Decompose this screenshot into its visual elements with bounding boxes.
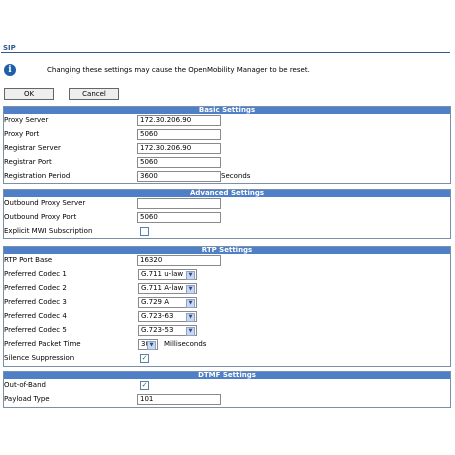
dtmf-settings-header: DTMF Settings xyxy=(4,372,450,379)
outbound-proxy-port-label: Outbound Proxy Port xyxy=(4,213,77,221)
packet-time-select[interactable]: 30 ▼ xyxy=(138,339,158,350)
milliseconds-unit: Milliseconds xyxy=(164,340,207,348)
codec4-select[interactable]: G.723-63 ▼ xyxy=(138,311,197,322)
silence-checkbox[interactable]: ✓ xyxy=(140,354,149,363)
registrar-port-input[interactable]: 5060 xyxy=(137,157,221,168)
registration-period-label: Registration Period xyxy=(4,172,71,180)
rtp-port-base-input[interactable]: 16320 xyxy=(137,255,221,266)
chevron-down-icon[interactable]: ▼ xyxy=(186,313,195,322)
chevron-down-icon[interactable]: ▼ xyxy=(186,299,195,308)
codec4-value: G.723-63 xyxy=(141,312,174,320)
proxy-server-label: Proxy Server xyxy=(4,116,49,124)
title-divider xyxy=(1,52,450,53)
ok-button[interactable]: OK xyxy=(4,88,54,100)
rtp-settings-header: RTP Settings xyxy=(4,247,450,254)
proxy-server-input[interactable]: 172.30.206.90 xyxy=(137,115,221,126)
seconds-unit: Seconds xyxy=(221,172,251,180)
codec1-value: G.711 u-law xyxy=(141,270,184,278)
chevron-down-icon[interactable]: ▼ xyxy=(186,327,195,336)
codec4-label: Preferred Codec 4 xyxy=(4,312,67,320)
basic-settings-section: Basic Settings Proxy Server 172.30.206.9… xyxy=(3,106,451,184)
advanced-settings-header: Advanced Settings xyxy=(4,190,450,197)
payload-type-input[interactable]: 101 xyxy=(137,394,221,405)
rtp-settings-section: RTP Settings RTP Port Base 16320 Preferr… xyxy=(3,246,451,367)
proxy-port-label: Proxy Port xyxy=(4,130,40,138)
out-of-band-checkbox[interactable]: ✓ xyxy=(140,381,149,390)
codec5-value: G.723-53 xyxy=(141,326,174,334)
codec2-value: G.711 A-law xyxy=(141,284,184,292)
registrar-port-label: Registrar Port xyxy=(4,158,52,166)
registration-period-input[interactable]: 3600 xyxy=(137,171,221,182)
info-icon: i xyxy=(4,64,16,76)
outbound-proxy-server-input[interactable] xyxy=(137,198,221,209)
codec3-label: Preferred Codec 3 xyxy=(4,298,67,306)
silence-label: Silence Suppression xyxy=(4,354,75,362)
out-of-band-label: Out-of-Band xyxy=(4,381,46,389)
rtp-port-base-label: RTP Port Base xyxy=(4,256,53,264)
chevron-down-icon[interactable]: ▼ xyxy=(186,285,195,294)
packet-time-label: Preferred Packet Time xyxy=(4,340,81,348)
cancel-button[interactable]: Cancel xyxy=(69,88,119,100)
chevron-down-icon[interactable]: ▼ xyxy=(147,341,156,350)
outbound-proxy-port-input[interactable]: 5060 xyxy=(137,212,221,223)
codec5-label: Preferred Codec 5 xyxy=(4,326,67,334)
mwi-label: Explicit MWI Subscription xyxy=(4,227,93,235)
codec5-select[interactable]: G.723-53 ▼ xyxy=(138,325,197,336)
payload-type-label: Payload Type xyxy=(4,395,50,403)
codec2-select[interactable]: G.711 A-law ▼ xyxy=(138,283,197,294)
codec2-label: Preferred Codec 2 xyxy=(4,284,67,292)
codec3-value: G.729 A xyxy=(141,298,170,306)
info-message: Changing these settings may cause the Op… xyxy=(47,66,310,74)
outbound-proxy-server-label: Outbound Proxy Server xyxy=(4,199,86,207)
codec3-select[interactable]: G.729 A ▼ xyxy=(138,297,197,308)
dtmf-settings-section: DTMF Settings Out-of-Band ✓ Payload Type… xyxy=(3,371,451,408)
mwi-checkbox[interactable] xyxy=(140,227,149,236)
registrar-server-input[interactable]: 172.30.206.90 xyxy=(137,143,221,154)
chevron-down-icon[interactable]: ▼ xyxy=(186,271,195,280)
advanced-settings-section: Advanced Settings Outbound Proxy Server … xyxy=(3,189,451,239)
codec1-select[interactable]: G.711 u-law ▼ xyxy=(138,269,197,280)
registrar-server-label: Registrar Server xyxy=(4,144,61,152)
proxy-port-input[interactable]: 5060 xyxy=(137,129,221,140)
codec1-label: Preferred Codec 1 xyxy=(4,270,67,278)
page-title: SIP xyxy=(3,44,16,52)
basic-settings-header: Basic Settings xyxy=(4,107,450,114)
